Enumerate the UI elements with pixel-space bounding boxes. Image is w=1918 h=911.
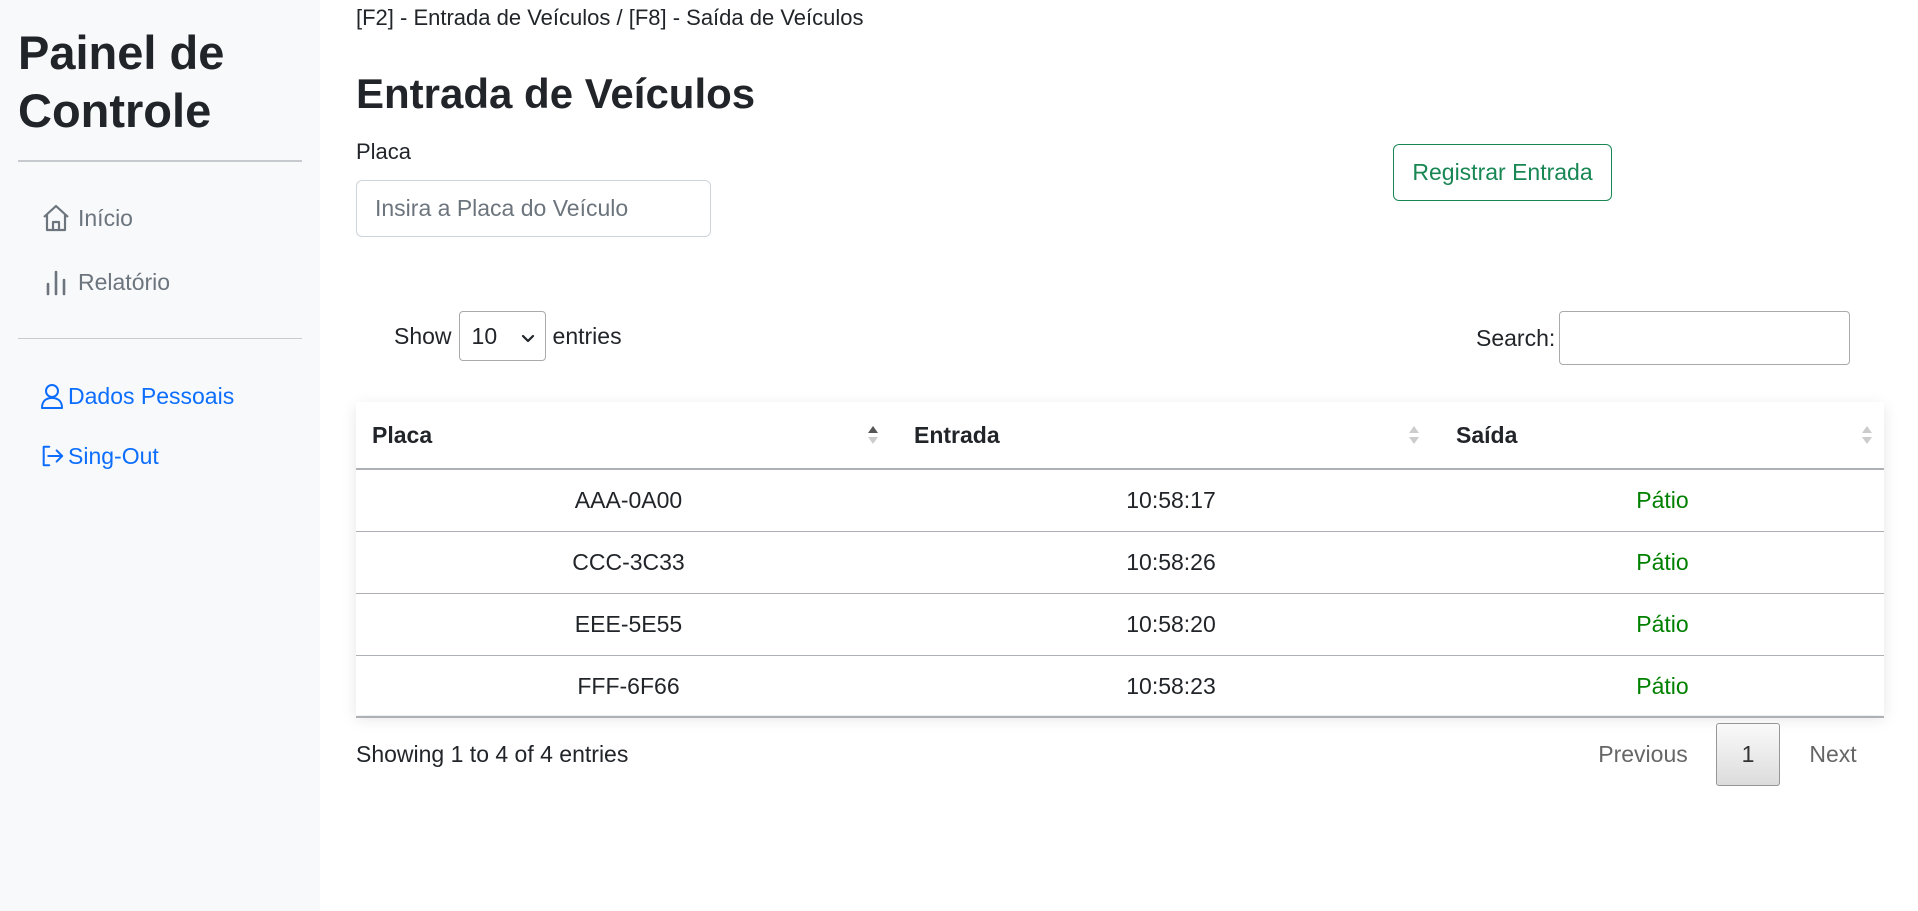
table-row[interactable]: FFF-6F66 10:58:23 Pátio bbox=[356, 656, 1884, 718]
placa-input[interactable] bbox=[356, 180, 711, 237]
cell-saida: Pátio bbox=[1636, 487, 1689, 513]
cell-placa: EEE-5E55 bbox=[574, 611, 683, 637]
person-icon bbox=[40, 380, 64, 412]
pagination-previous[interactable]: Previous bbox=[1583, 723, 1703, 786]
sidebar-divider bbox=[18, 338, 302, 339]
entries-label: entries bbox=[552, 322, 622, 349]
sidebar: Painel de Controle Início Relatório Dado… bbox=[0, 0, 320, 911]
placa-label: Placa bbox=[356, 139, 412, 164]
column-header-entrada[interactable]: Entrada bbox=[898, 402, 1440, 468]
cell-placa: FFF-6F66 bbox=[577, 673, 680, 699]
cell-entrada: 10:58:17 bbox=[1126, 487, 1216, 513]
cell-entrada: 10:58:20 bbox=[1126, 611, 1216, 637]
shortcut-hint: [F2] - Entrada de Veículos / [F8] - Saíd… bbox=[356, 5, 864, 30]
sort-icon bbox=[1861, 424, 1873, 446]
page-length-control: Show 10 entries bbox=[394, 311, 622, 361]
sort-icon bbox=[1408, 424, 1420, 446]
column-header-saida[interactable]: Saída bbox=[1440, 402, 1884, 468]
show-label: Show bbox=[394, 322, 452, 349]
sidebar-divider bbox=[18, 160, 302, 162]
cell-placa: CCC-3C33 bbox=[572, 549, 685, 575]
sign-out-icon bbox=[40, 440, 64, 472]
search-input[interactable] bbox=[1559, 311, 1851, 365]
table-row[interactable]: CCC-3C33 10:58:26 Pátio bbox=[356, 532, 1884, 594]
pagination-page-1[interactable]: 1 bbox=[1716, 723, 1780, 786]
house-icon bbox=[40, 202, 72, 234]
page-length-value: 10 bbox=[471, 322, 498, 349]
page-title: Entrada de Veículos bbox=[356, 70, 756, 117]
cell-saida: Pátio bbox=[1636, 611, 1689, 637]
cell-saida: Pátio bbox=[1636, 673, 1689, 699]
sidebar-item-label: Início bbox=[78, 204, 133, 231]
table-search: Search: bbox=[1476, 311, 1851, 365]
sidebar-item-dados-pessoais[interactable]: Dados Pessoais bbox=[40, 380, 234, 412]
sort-asc-icon bbox=[867, 424, 879, 446]
pagination-next[interactable]: Next bbox=[1793, 723, 1873, 786]
cell-entrada: 10:58:23 bbox=[1126, 673, 1216, 699]
sidebar-item-label: Sing-Out bbox=[68, 442, 159, 469]
sidebar-item-sing-out[interactable]: Sing-Out bbox=[40, 440, 159, 472]
chevron-down-icon bbox=[521, 323, 535, 350]
cell-placa: AAA-0A00 bbox=[574, 487, 683, 513]
search-label: Search: bbox=[1476, 324, 1556, 351]
page-length-select[interactable]: 10 bbox=[458, 311, 546, 361]
sidebar-item-label: Relatório bbox=[78, 268, 171, 295]
cell-entrada: 10:58:26 bbox=[1126, 549, 1216, 575]
table-row[interactable]: EEE-5E55 10:58:20 Pátio bbox=[356, 594, 1884, 656]
sidebar-item-label: Dados Pessoais bbox=[68, 382, 235, 409]
sidebar-item-relatorio[interactable]: Relatório bbox=[40, 266, 170, 298]
sidebar-item-inicio[interactable]: Início bbox=[40, 202, 133, 234]
bar-chart-icon bbox=[40, 266, 72, 298]
table-info: Showing 1 to 4 of 4 entries bbox=[356, 741, 629, 767]
table-header: Placa Entrada Saída bbox=[356, 402, 1884, 470]
brand-title: Painel de Controle bbox=[18, 26, 225, 137]
vehicles-table: Placa Entrada Saída AAA-0A00 10:58:17 Pá… bbox=[356, 402, 1884, 718]
cell-saida: Pátio bbox=[1636, 549, 1689, 575]
register-entry-button[interactable]: Registrar Entrada bbox=[1393, 144, 1612, 201]
table-row[interactable]: AAA-0A00 10:58:17 Pátio bbox=[356, 470, 1884, 532]
column-header-placa[interactable]: Placa bbox=[356, 402, 901, 468]
